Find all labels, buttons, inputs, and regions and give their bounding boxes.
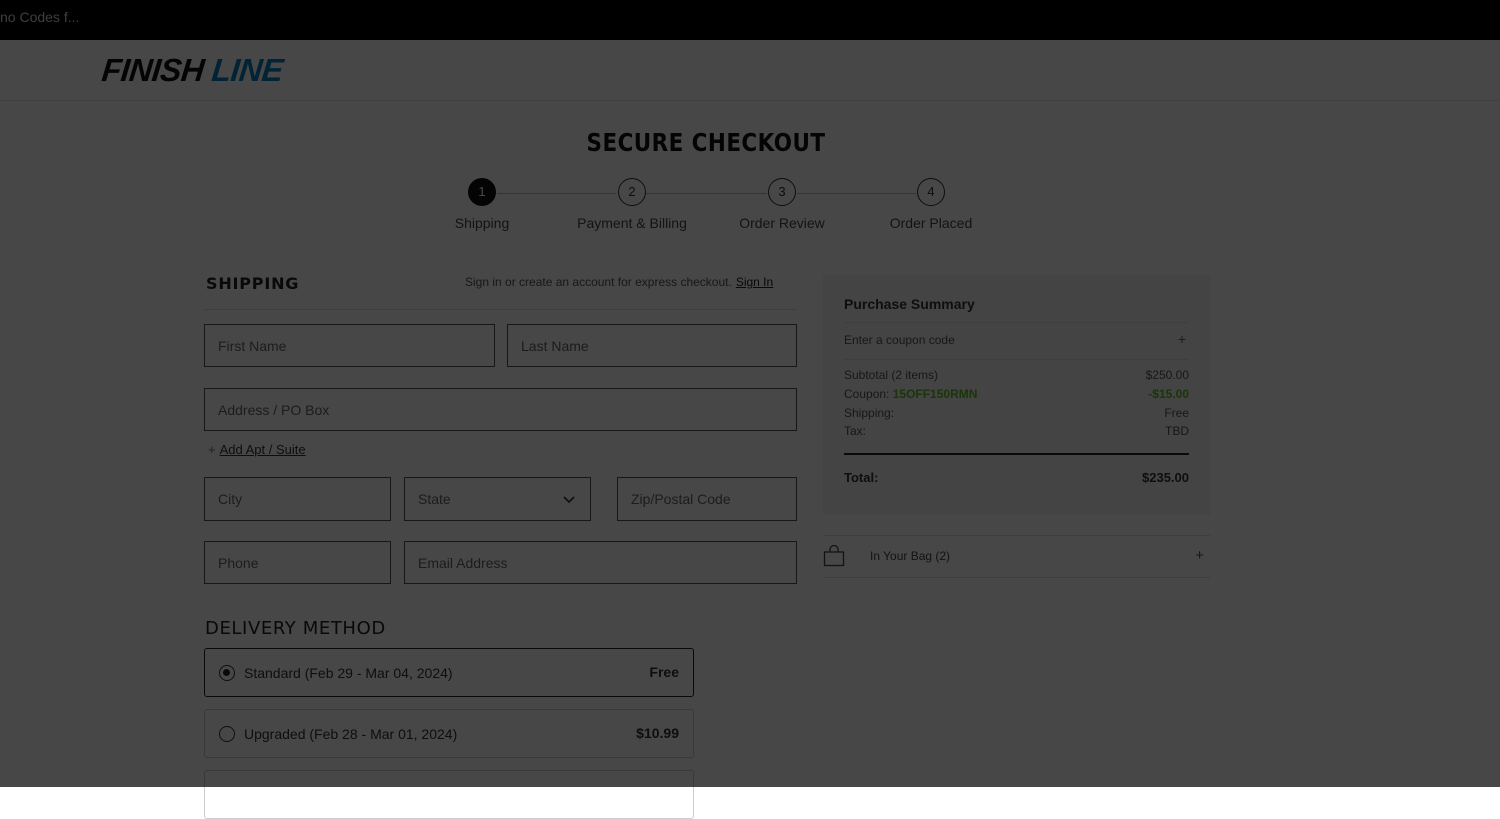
signin-prompt-text: Sign in or create an account for express… <box>465 275 732 289</box>
coupon-row-label: Coupon: 15OFF150RMN <box>844 387 977 401</box>
shipping-heading: SHIPPING <box>206 274 300 293</box>
subtotal-row: Subtotal (2 items) $250.00 <box>844 368 1189 384</box>
first-name-placeholder: First Name <box>218 337 287 354</box>
step-number: 4 <box>917 178 945 206</box>
phone-placeholder: Phone <box>218 554 259 571</box>
tax-label: Tax: <box>844 424 867 438</box>
logo-word-line: LINE <box>209 52 285 88</box>
page-title: SECURE CHECKOUT <box>586 128 826 157</box>
address-field[interactable]: Address / PO Box <box>204 388 797 431</box>
shipping-row: Shipping: Free <box>844 406 1189 422</box>
purchase-summary-title: Purchase Summary <box>844 296 975 312</box>
delivery-option-price: Free <box>649 664 679 680</box>
delivery-option-upgraded[interactable]: Upgraded (Feb 28 - Mar 01, 2024) $10.99 <box>204 709 694 758</box>
email-field[interactable]: Email Address <box>404 541 797 584</box>
purchase-summary: Purchase Summary Enter a coupon code + S… <box>823 275 1210 515</box>
add-apt-suite-link[interactable]: + Add Apt / Suite <box>208 442 306 457</box>
browser-top-bar: no Codes f... <box>0 0 1500 40</box>
total-divider <box>844 453 1189 455</box>
tax-value: TBD <box>1165 424 1189 438</box>
subtotal-value: $250.00 <box>1145 368 1189 382</box>
zip-field[interactable]: Zip/Postal Code <box>617 477 797 521</box>
zip-placeholder: Zip/Postal Code <box>631 491 731 507</box>
radio-unselected-icon[interactable] <box>219 726 235 742</box>
last-name-placeholder: Last Name <box>521 337 589 354</box>
in-your-bag-row[interactable]: In Your Bag (2) + <box>823 535 1210 578</box>
chevron-down-icon <box>563 496 575 504</box>
radio-selected-icon[interactable] <box>219 665 235 681</box>
expand-bag-icon[interactable]: + <box>1195 547 1204 564</box>
sign-in-link[interactable]: Sign In <box>736 275 773 289</box>
step-order-placed: 4 Order Placed <box>841 178 1021 231</box>
email-placeholder: Email Address <box>418 554 508 571</box>
delivery-option-label: Standard (Feb 29 - Mar 04, 2024) <box>244 665 453 681</box>
total-value: $235.00 <box>1142 470 1189 485</box>
step-number: 2 <box>618 178 646 206</box>
summary-divider <box>844 359 1189 360</box>
delivery-option-next[interactable] <box>204 770 694 819</box>
last-name-field[interactable]: Last Name <box>507 324 797 367</box>
delivery-option-standard[interactable]: Standard (Feb 29 - Mar 04, 2024) Free <box>204 648 694 697</box>
logo-word-finish: FINISH <box>100 52 206 88</box>
total-label: Total: <box>844 470 879 485</box>
city-field[interactable]: City <box>204 477 391 521</box>
first-name-field[interactable]: First Name <box>204 324 495 367</box>
signin-prompt: Sign in or create an account for express… <box>465 275 773 289</box>
expand-coupon-icon[interactable]: + <box>1178 331 1186 347</box>
shipping-cost-label: Shipping: <box>844 406 895 420</box>
delivery-option-label: Upgraded (Feb 28 - Mar 01, 2024) <box>244 726 458 742</box>
step-label: Order Placed <box>889 215 973 231</box>
address-placeholder: Address / PO Box <box>218 401 330 418</box>
summary-divider <box>844 322 1189 323</box>
in-your-bag-label: In Your Bag (2) <box>870 549 951 563</box>
coupon-discount-value: -$15.00 <box>1148 387 1189 401</box>
coupon-input[interactable]: Enter a coupon code <box>844 333 955 347</box>
browser-tab-title[interactable]: no Codes f... <box>0 9 79 25</box>
tax-row: Tax: TBD <box>844 424 1189 440</box>
shipping-divider <box>204 309 797 310</box>
delivery-option-price: $10.99 <box>636 725 679 741</box>
state-select[interactable]: State <box>404 477 591 521</box>
shopping-bag-icon <box>823 545 845 567</box>
delivery-method-heading: DELIVERY METHOD <box>205 618 386 639</box>
coupon-label: Coupon: <box>844 387 890 401</box>
coupon-code: 15OFF150RMN <box>892 387 978 401</box>
city-placeholder: City <box>218 491 243 507</box>
subtotal-label: Subtotal (2 items) <box>844 368 939 382</box>
coupon-row: Coupon: 15OFF150RMN -$15.00 <box>844 387 1189 403</box>
add-apt-label: Add Apt / Suite <box>219 442 306 457</box>
plus-icon: + <box>208 442 216 457</box>
checkout-progress-steps: 1 Shipping 2 Payment & Billing 3 Order R… <box>0 178 1500 238</box>
finish-line-logo[interactable]: FINISH LINE <box>100 52 285 88</box>
phone-field[interactable]: Phone <box>204 541 391 584</box>
step-number: 1 <box>468 178 496 206</box>
step-number: 3 <box>768 178 796 206</box>
state-placeholder: State <box>418 491 451 507</box>
shipping-cost-value: Free <box>1164 406 1189 420</box>
